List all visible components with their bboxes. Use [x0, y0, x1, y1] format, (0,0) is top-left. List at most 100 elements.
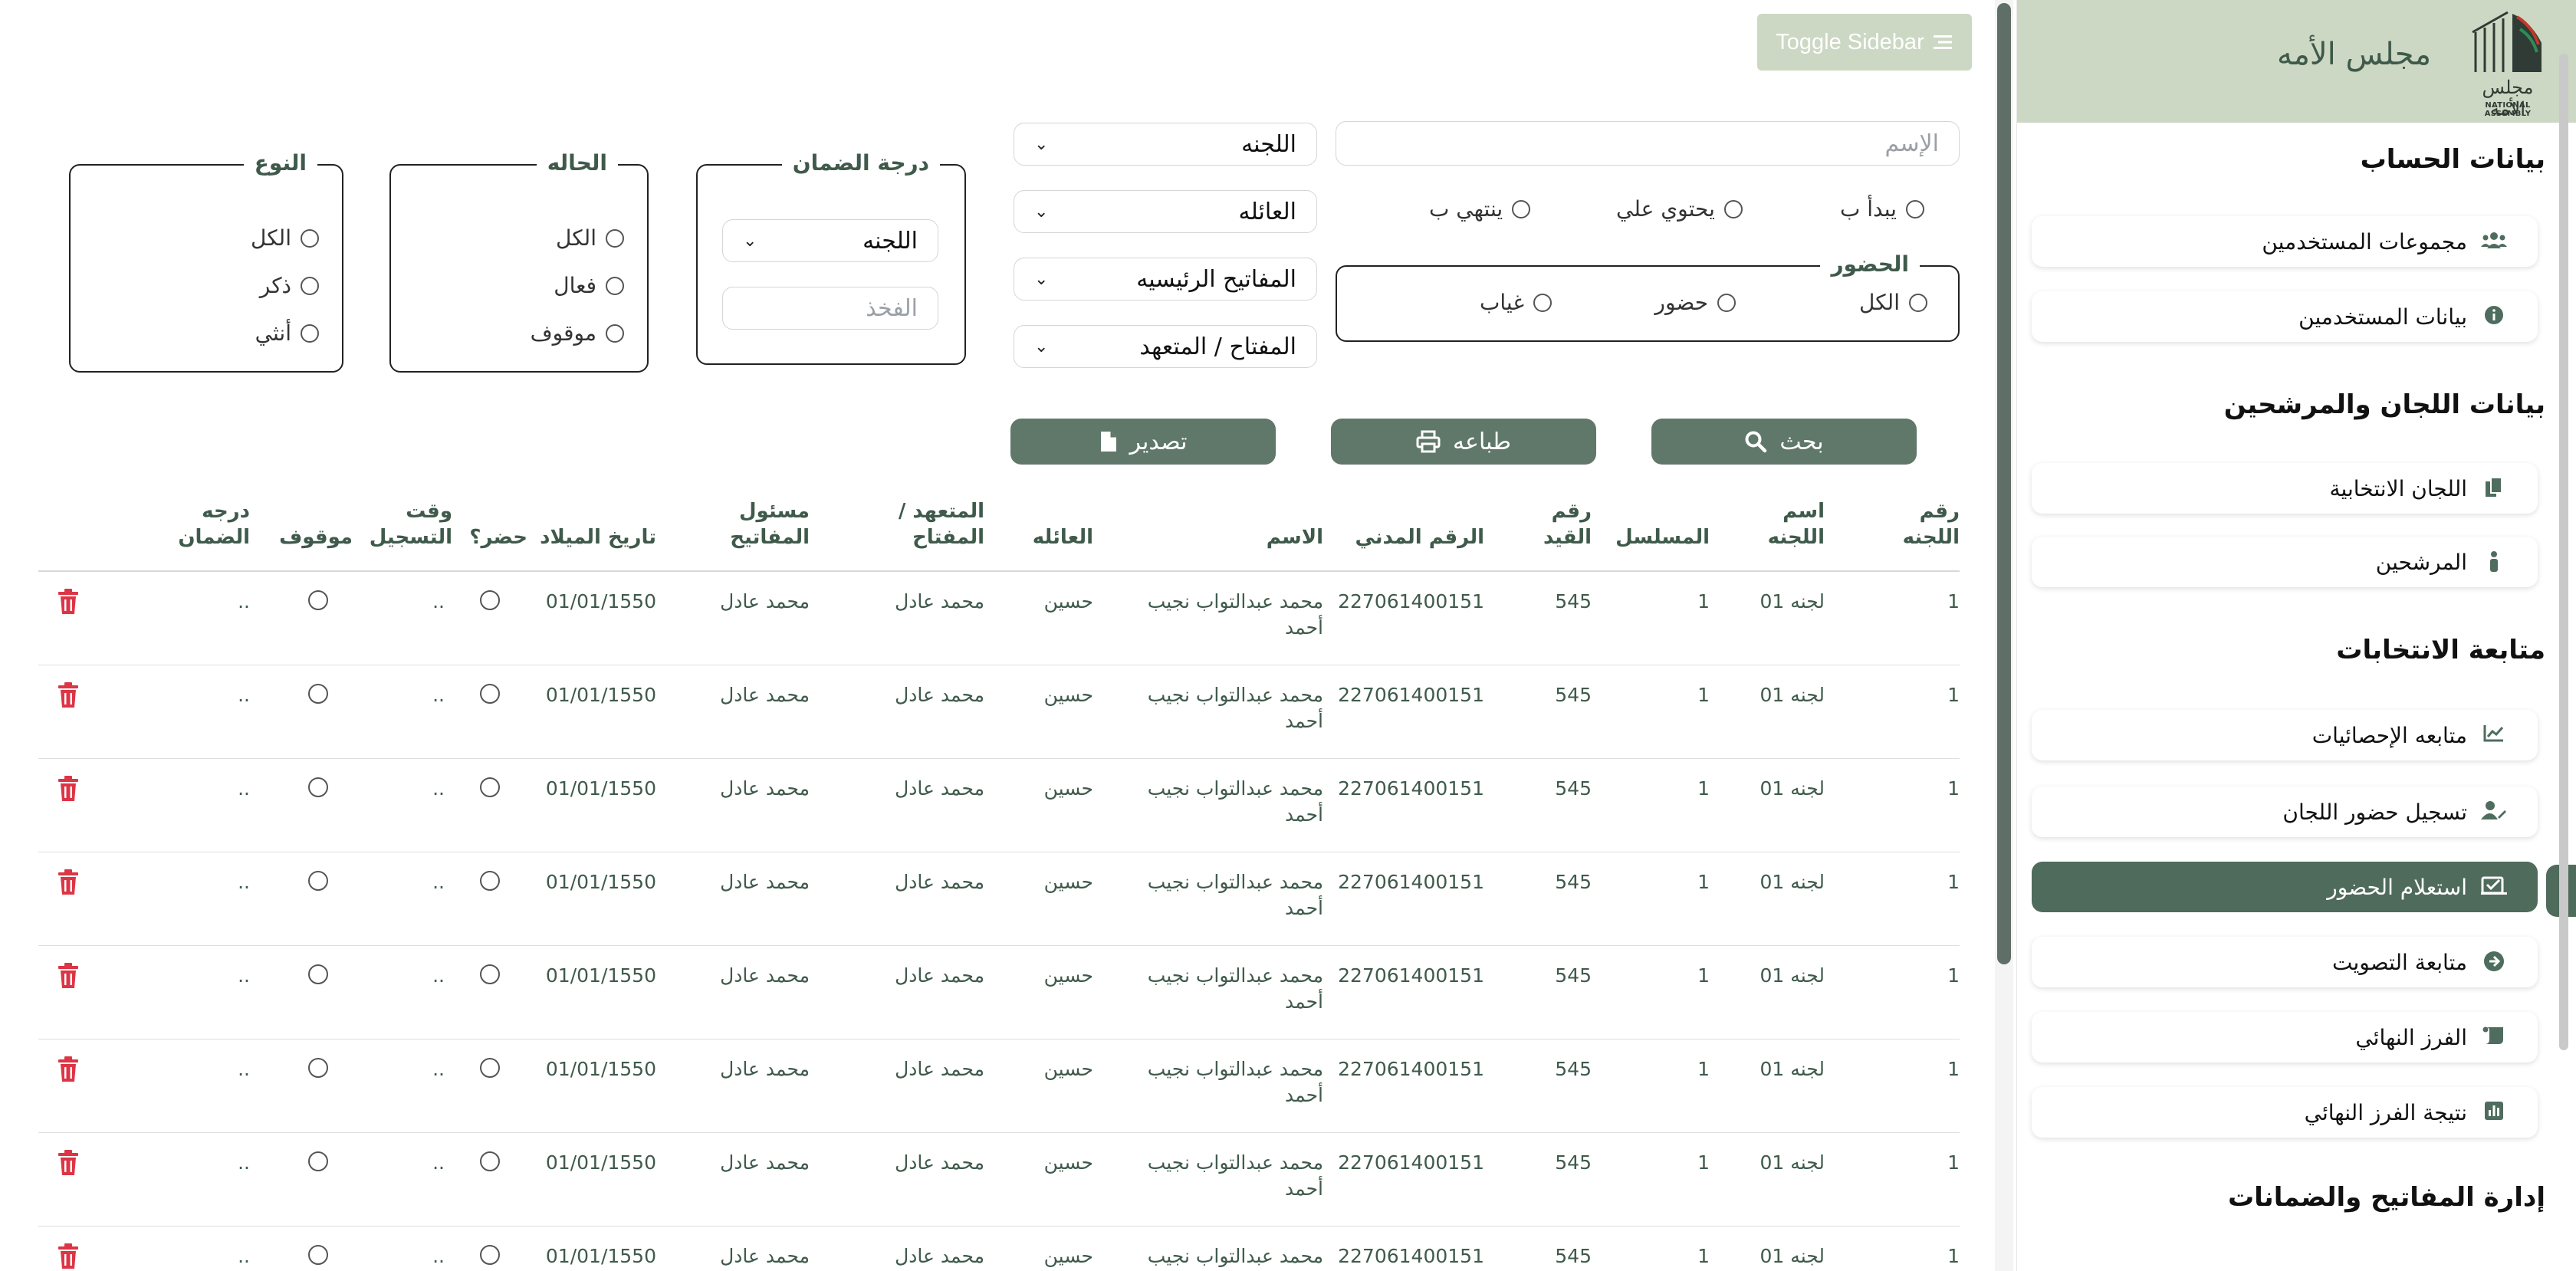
radio-circle[interactable]	[1909, 293, 1927, 312]
attended-radio[interactable]	[480, 777, 500, 797]
toggle-sidebar-button[interactable]: Toggle Sidebar	[1757, 14, 1972, 71]
name-search-input[interactable]: الإسم	[1336, 121, 1960, 166]
attended-radio[interactable]	[480, 590, 500, 610]
th-suspended: موقوف	[279, 526, 353, 549]
search-button[interactable]: بحث	[1651, 419, 1917, 465]
radio-circle[interactable]	[301, 323, 319, 343]
name-search-placeholder: الإسم	[1884, 130, 1939, 157]
radio-circle[interactable]	[606, 276, 624, 295]
radio-circle[interactable]	[1512, 199, 1531, 218]
chevron-down-icon: ⌄	[1034, 134, 1049, 154]
attendance-option-label: غياب	[1480, 290, 1524, 315]
guarantee-select-value: اللجنه	[863, 227, 918, 255]
sidebar-item-candidates[interactable]: المرشحين	[2032, 537, 2538, 587]
cell-key-owner: محمد عادل	[720, 777, 810, 800]
trash-icon[interactable]	[57, 682, 80, 708]
sidebar-item-label: مجموعات المستخدمين	[2262, 228, 2467, 255]
suspended-radio[interactable]	[308, 684, 328, 704]
match-option-contains[interactable]: يحتوي علي	[1616, 196, 1743, 222]
trash-icon[interactable]	[57, 776, 80, 802]
match-option-starts[interactable]: يبدأ ب	[1840, 196, 1924, 222]
sidebar-scrollbar-thumb[interactable]	[2559, 54, 2568, 1050]
table-row: 1 لجنه 01 1 545 227061400151 محمد عبدالتواب ن…	[38, 572, 1960, 665]
match-option-ends[interactable]: ينتهي ب	[1429, 196, 1531, 222]
sidebar-item-voting-tracking[interactable]: متابعة التصويت	[2032, 937, 2538, 987]
attendance-option-all[interactable]: الكل	[1859, 290, 1927, 315]
type-option-all[interactable]: الكل	[251, 225, 319, 251]
attended-radio[interactable]	[480, 871, 500, 891]
status-option-active[interactable]: فعال	[554, 273, 624, 298]
trash-icon[interactable]	[57, 1243, 80, 1269]
sidebar-item-statistics[interactable]: متابعه الإحصائيات	[2032, 710, 2538, 760]
attended-radio[interactable]	[480, 1151, 500, 1171]
cell-key: محمد عادل	[895, 1151, 984, 1174]
attended-radio[interactable]	[480, 1058, 500, 1078]
radio-circle[interactable]	[301, 276, 319, 295]
sidebar-item-register-attendance[interactable]: تسجيل حضور اللجان	[2032, 787, 2538, 837]
type-option-label: أنثي	[255, 320, 291, 346]
attendance-option-label: الكل	[1859, 290, 1900, 315]
status-option-all[interactable]: الكل	[556, 225, 624, 251]
branch-input[interactable]: الفخذ	[722, 287, 938, 330]
family-select[interactable]: العائله ⌄	[1014, 190, 1317, 233]
main-scrollbar[interactable]	[1995, 0, 2013, 1271]
cell-record-no: 545	[1555, 684, 1592, 706]
cell-guarantee: ..	[238, 1245, 250, 1267]
sidebar-item-attendance-inquiry[interactable]: استعلام الحضور	[2032, 862, 2538, 912]
cell-committee-name: لجنه 01	[1760, 590, 1825, 613]
status-option-label: الكل	[556, 225, 596, 251]
family-select-value: العائله	[1238, 198, 1296, 225]
trash-icon[interactable]	[57, 963, 80, 989]
export-button[interactable]: تصدير	[1010, 419, 1276, 465]
cell-family: حسين	[1043, 684, 1093, 706]
cell-guarantee: ..	[238, 777, 250, 800]
trash-icon[interactable]	[57, 589, 80, 615]
sidebar-item-user-data[interactable]: بيانات المستخدمين	[2032, 291, 2538, 342]
main-keys-select[interactable]: المفاتيح الرئيسيه ⌄	[1014, 258, 1317, 301]
attendance-option-absent[interactable]: غياب	[1480, 290, 1552, 315]
table-row: 1 لجنه 01 1 545 227061400151 محمد عبدالتواب ن…	[38, 1227, 1960, 1271]
sidebar-item-label: الفرز النهائي	[2355, 1024, 2467, 1050]
sidebar-item-label: متابعة التصويت	[2332, 949, 2467, 975]
print-button[interactable]: طباعه	[1331, 419, 1596, 465]
cell-key-owner: محمد عادل	[720, 1151, 810, 1174]
suspended-radio[interactable]	[308, 1151, 328, 1171]
radio-circle[interactable]	[606, 228, 624, 248]
main-scrollbar-thumb[interactable]	[1997, 3, 2011, 964]
trash-icon[interactable]	[57, 869, 80, 895]
type-option-female[interactable]: أنثي	[255, 320, 319, 346]
status-option-suspended[interactable]: موقوف	[531, 320, 624, 346]
guarantee-select[interactable]: اللجنه ⌄	[722, 219, 938, 262]
suspended-radio[interactable]	[308, 777, 328, 797]
sidebar-item-final-results[interactable]: نتيجة الفرز النهائي	[2032, 1087, 2538, 1138]
attended-radio[interactable]	[480, 684, 500, 704]
attendance-option-present[interactable]: حضور	[1654, 290, 1736, 315]
radio-circle[interactable]	[1717, 293, 1736, 312]
suspended-radio[interactable]	[308, 1245, 328, 1265]
sidebar-item-election-committees[interactable]: اللجان الانتخابية	[2032, 463, 2538, 514]
sidebar-item-final-sorting[interactable]: الفرز النهائي	[2032, 1012, 2538, 1062]
attended-radio[interactable]	[480, 964, 500, 984]
cell-committee-name: لجنه 01	[1760, 871, 1825, 893]
suspended-radio[interactable]	[308, 871, 328, 891]
radio-circle[interactable]	[1533, 293, 1552, 312]
committee-select[interactable]: اللجنه ⌄	[1014, 123, 1317, 166]
sidebar-item-user-groups[interactable]: مجموعات المستخدمين	[2032, 216, 2538, 267]
trash-icon[interactable]	[57, 1150, 80, 1176]
type-option-male[interactable]: ذكر	[260, 273, 319, 298]
key-select[interactable]: المفتاح / المتعهد ⌄	[1014, 325, 1317, 368]
radio-circle[interactable]	[606, 323, 624, 343]
committee-select-value: اللجنه	[1241, 130, 1296, 158]
radio-circle[interactable]	[1905, 199, 1924, 218]
suspended-radio[interactable]	[308, 964, 328, 984]
toggle-sidebar-label: Toggle Sidebar	[1776, 29, 1924, 54]
suspended-radio[interactable]	[308, 1058, 328, 1078]
cell-reg-time: ..	[432, 1058, 445, 1080]
bar-chart-icon	[2481, 1101, 2507, 1124]
radio-circle[interactable]	[1723, 199, 1743, 218]
suspended-radio[interactable]	[308, 590, 328, 610]
trash-icon[interactable]	[57, 1056, 80, 1082]
attended-radio[interactable]	[480, 1245, 500, 1265]
cell-key-owner: محمد عادل	[720, 1058, 810, 1080]
radio-circle[interactable]	[301, 228, 319, 248]
